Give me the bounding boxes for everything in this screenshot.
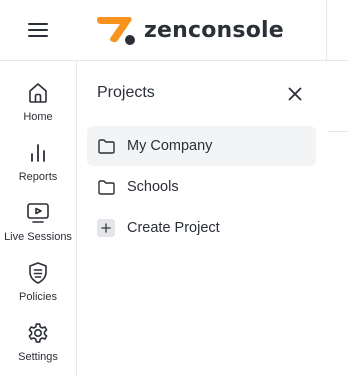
- sidebar-item-settings[interactable]: Settings: [0, 321, 76, 376]
- sidebar-item-label: Live Sessions: [4, 231, 72, 243]
- content-divider: [327, 131, 348, 132]
- logo[interactable]: zenconsole: [96, 14, 284, 46]
- sidebar-item-live-sessions[interactable]: Live Sessions: [0, 201, 76, 259]
- sidebar-item-label: Policies: [19, 291, 57, 303]
- folder-icon: [97, 178, 115, 196]
- logo-mark-icon: [97, 17, 135, 45]
- project-label: Schools: [127, 179, 179, 195]
- bar-chart-icon: [31, 144, 45, 162]
- project-item-schools[interactable]: Schools: [87, 167, 316, 207]
- menu-button[interactable]: [0, 0, 76, 60]
- create-project-button[interactable]: Create Project: [87, 208, 316, 248]
- create-project-label: Create Project: [127, 220, 220, 236]
- folder-icon: [97, 137, 115, 155]
- shield-icon: [29, 262, 47, 284]
- home-icon: [29, 83, 47, 103]
- top-bar: zenconsole: [0, 0, 348, 61]
- topbar-divider: [326, 0, 327, 60]
- sidebar-item-label: Settings: [18, 351, 58, 363]
- sidebar: Home Reports Live Sessions Policies Sett…: [0, 61, 77, 376]
- close-icon: [288, 87, 302, 101]
- sidebar-item-reports[interactable]: Reports: [0, 141, 76, 199]
- sidebar-item-home[interactable]: Home: [0, 81, 76, 139]
- logo-text: zenconsole: [144, 17, 284, 43]
- sidebar-item-label: Reports: [18, 171, 58, 183]
- monitor-play-icon: [27, 203, 49, 223]
- main-content: [327, 61, 348, 376]
- panel-title: Projects: [97, 84, 155, 101]
- gear-icon: [28, 323, 48, 343]
- project-item-my-company[interactable]: My Company: [87, 126, 316, 166]
- projects-panel: Projects My Company Schools Create Proje…: [77, 61, 326, 376]
- close-button[interactable]: [284, 83, 306, 105]
- sidebar-item-label: Home: [23, 111, 53, 123]
- hamburger-icon: [28, 23, 48, 37]
- sidebar-item-policies[interactable]: Policies: [0, 261, 76, 319]
- plus-icon: [97, 219, 115, 237]
- project-label: My Company: [127, 138, 213, 154]
